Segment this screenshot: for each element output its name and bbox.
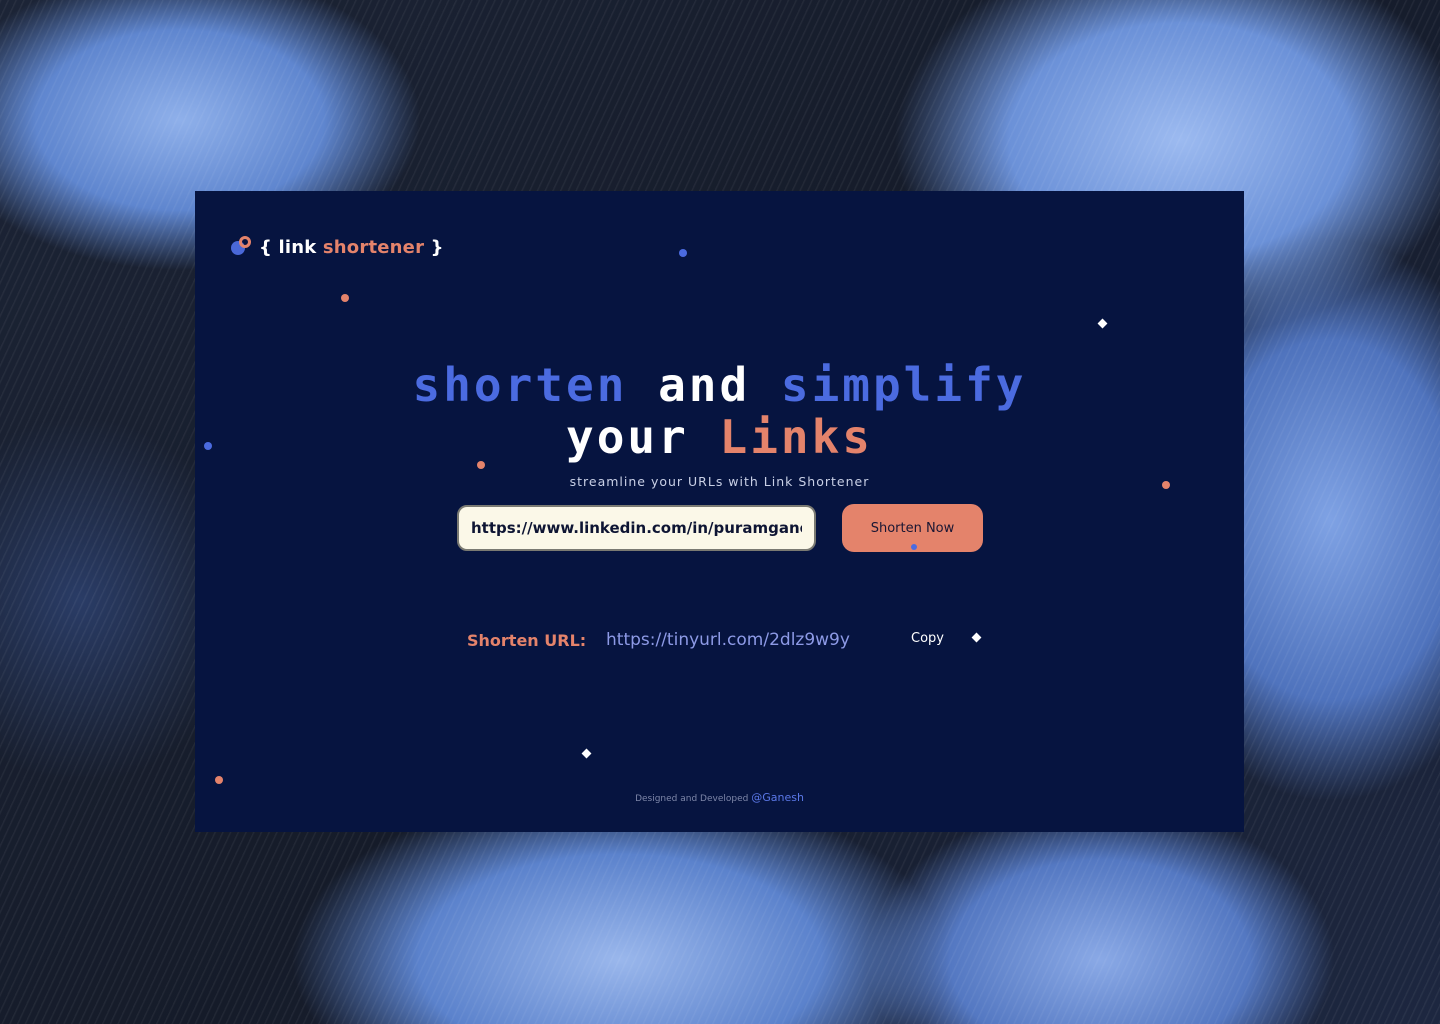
footer-text: Designed and Developed	[635, 794, 749, 804]
headline-line-1: shorten and simplify	[195, 359, 1244, 411]
decorative-dot	[477, 461, 485, 469]
headline-word-your: your	[566, 410, 689, 464]
decorative-dot	[911, 544, 917, 550]
logo-icon	[231, 235, 255, 259]
main-card: { link shortener } shorten and simplify …	[195, 191, 1244, 832]
decorative-dot	[679, 249, 687, 257]
footer-author-link[interactable]: @Ganesh	[751, 791, 804, 804]
url-input[interactable]	[457, 505, 816, 551]
decorative-dot	[341, 294, 349, 302]
headline-word-simplify: simplify	[780, 358, 1027, 412]
subtitle: streamline your URLs with Link Shortener	[569, 474, 870, 489]
decorative-dot	[215, 776, 223, 784]
headline-word-links: Links	[719, 410, 873, 464]
logo-accent: shortener	[322, 236, 425, 258]
shorten-url-label: Shorten URL:	[467, 631, 587, 650]
logo-text: { link shortener }	[259, 237, 444, 258]
logo-prefix: { link	[259, 236, 317, 258]
short-url-link[interactable]: https://tinyurl.com/2dlz9w9y	[606, 630, 850, 650]
decorative-dot	[1162, 481, 1170, 489]
decorative-dot	[204, 442, 212, 450]
footer-credit: Designed and Developed @Ganesh	[195, 791, 1244, 804]
headline-word-and: and	[658, 358, 751, 412]
logo[interactable]: { link shortener }	[231, 235, 444, 259]
decorative-sparkle	[581, 748, 592, 759]
headline-line-2: your Links	[195, 411, 1244, 463]
copy-button[interactable]: Copy	[911, 631, 944, 646]
decorative-sparkle	[971, 632, 982, 643]
headline-word-shorten: shorten	[412, 358, 628, 412]
decorative-sparkle	[1097, 318, 1108, 329]
logo-suffix: }	[430, 236, 444, 258]
